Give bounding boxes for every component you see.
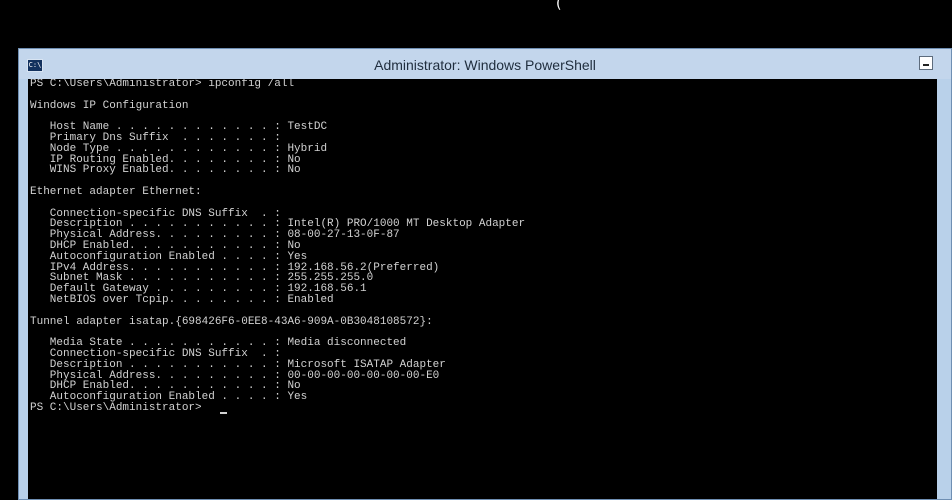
window-right-frame [937, 79, 951, 499]
console-line: Tunnel adapter isatap.{698426F6-0EE8-43A… [30, 315, 433, 328]
console-line: NetBIOS over Tcpip. . . . . . . . : Enab… [30, 293, 334, 306]
text-cursor [220, 412, 227, 414]
title-bar[interactable]: C:\ Administrator: Windows PowerShell [19, 49, 951, 79]
console-line: Windows IP Configuration [30, 99, 189, 112]
powershell-window[interactable]: C:\ Administrator: Windows PowerShell PS… [18, 48, 952, 500]
console-text: PS C:\Users\Administrator> ipconfig /all… [28, 79, 937, 414]
window-title: Administrator: Windows PowerShell [374, 57, 596, 73]
console-line: PS C:\Users\Administrator> ipconfig /all [30, 79, 295, 90]
background-stray-text: ( [556, 0, 562, 12]
console-line: PS C:\Users\Administrator> [30, 401, 209, 414]
minimize-button[interactable] [919, 56, 933, 70]
console-output-area[interactable]: PS C:\Users\Administrator> ipconfig /all… [28, 79, 937, 499]
console-line: Ethernet adapter Ethernet: [30, 185, 202, 198]
console-line: WINS Proxy Enabled. . . . . . . . : No [30, 164, 301, 177]
